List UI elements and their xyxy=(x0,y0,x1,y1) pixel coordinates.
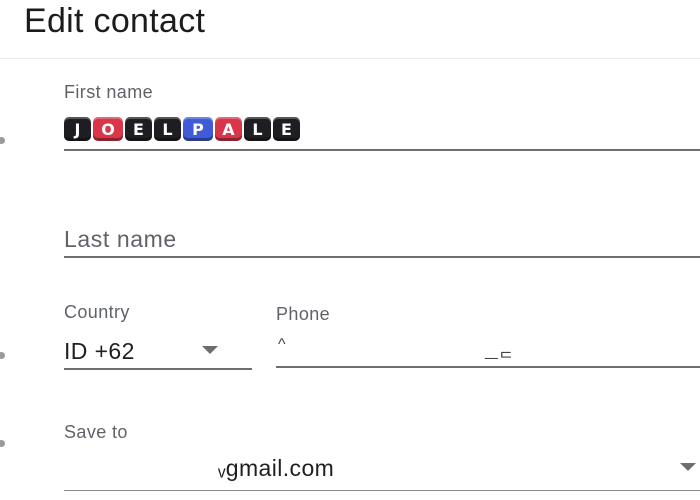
last-name-underline xyxy=(64,256,700,258)
country-underline xyxy=(64,368,252,370)
phone-value-start[interactable]: ^ xyxy=(278,336,286,354)
letter-tile: O xyxy=(93,117,123,141)
first-name-underline xyxy=(64,149,700,151)
last-name-input[interactable]: Last name xyxy=(64,226,177,253)
phone-label: Phone xyxy=(276,304,331,324)
phone-underline xyxy=(276,366,700,368)
phone-icon xyxy=(0,352,5,359)
page-title: Edit contact xyxy=(24,2,206,40)
save-to-underline xyxy=(64,490,700,491)
save-to-select[interactable]: ᵥgmail.com xyxy=(218,455,334,482)
letter-tile: E xyxy=(125,117,152,141)
caret-down-icon[interactable] xyxy=(680,463,696,471)
save-to-label: Save to xyxy=(64,422,128,442)
letter-tile: E xyxy=(273,117,300,141)
letter-tile: L xyxy=(154,117,181,141)
account-icon xyxy=(0,440,5,447)
caret-down-icon[interactable] xyxy=(202,346,218,354)
letter-tile: J xyxy=(64,117,91,141)
country-label: Country xyxy=(64,302,130,322)
letter-tile: P xyxy=(183,117,213,141)
first-name-label: First name xyxy=(64,82,154,102)
country-select[interactable]: ID +62 xyxy=(64,338,135,365)
header-bar: Edit contact xyxy=(0,0,700,59)
letter-tile: L xyxy=(244,117,271,141)
first-name-value[interactable]: JOELPALE xyxy=(64,117,300,141)
person-icon xyxy=(0,137,5,144)
letter-tile: A xyxy=(215,117,242,141)
